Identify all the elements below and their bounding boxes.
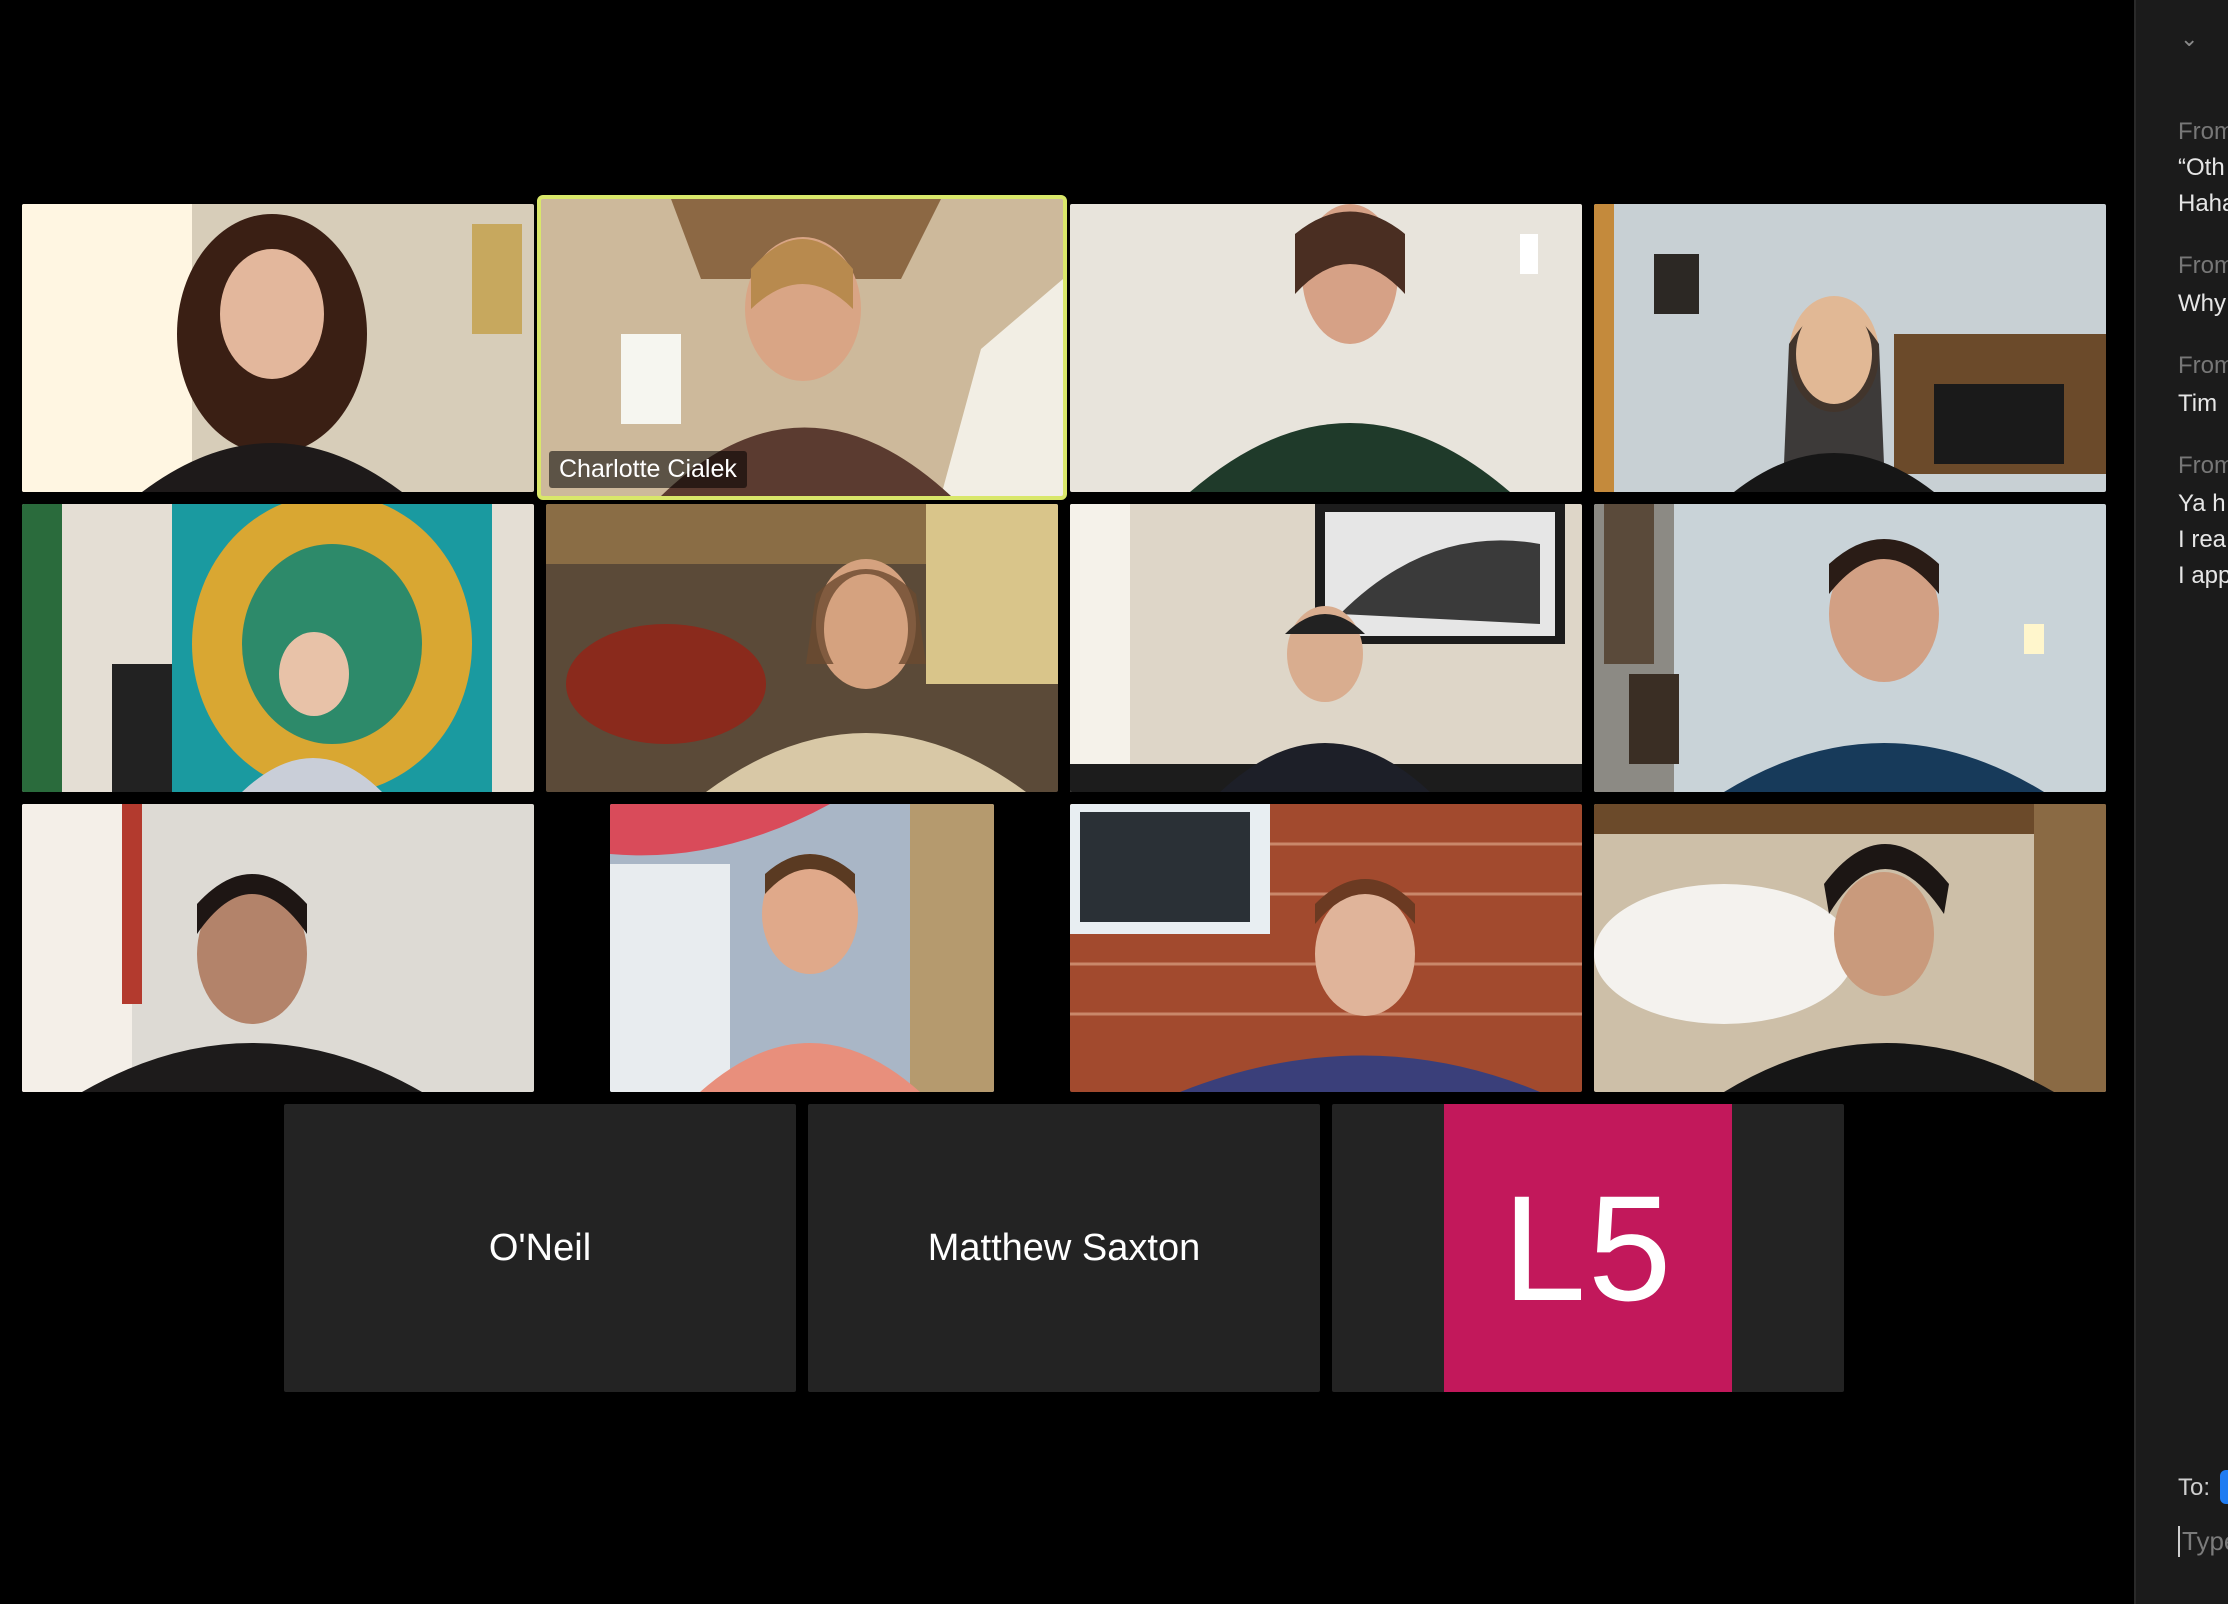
video-gallery: Charlotte Cialek O'Neil Matthew Saxton L… bbox=[0, 0, 2134, 1604]
avatar-initials: L5 bbox=[1502, 1163, 1674, 1332]
chevron-down-icon[interactable]: ⌄ bbox=[2180, 26, 2198, 52]
video-tile[interactable] bbox=[546, 504, 1058, 792]
chat-sender: From bbox=[2178, 118, 2228, 145]
participant-name: Charlotte Cialek bbox=[549, 451, 747, 488]
chat-message-line: I app bbox=[2178, 562, 2228, 589]
video-tile[interactable] bbox=[1070, 204, 1582, 492]
chat-recipient-dropdown[interactable] bbox=[2220, 1470, 2228, 1504]
participant-video bbox=[1594, 804, 2106, 1092]
participant-video bbox=[1070, 204, 1582, 492]
chat-message-line: “Oth bbox=[2178, 154, 2225, 181]
participant-video bbox=[1594, 204, 2106, 492]
chat-input[interactable]: Type bbox=[2178, 1526, 2228, 1557]
video-tile[interactable] bbox=[1070, 804, 1582, 1092]
video-tile[interactable] bbox=[610, 804, 994, 1092]
participant-video bbox=[1070, 504, 1582, 792]
participant-video bbox=[22, 804, 534, 1092]
participant-name: O'Neil bbox=[488, 1226, 592, 1269]
participant-tile[interactable]: Matthew Saxton bbox=[808, 1104, 1320, 1392]
chat-message-line: Tim bbox=[2178, 390, 2218, 417]
participant-video bbox=[610, 804, 994, 1092]
video-tile[interactable] bbox=[1594, 504, 2106, 792]
video-tile[interactable] bbox=[22, 204, 534, 492]
chat-message-line: I rea bbox=[2178, 526, 2227, 553]
video-tile[interactable] bbox=[1594, 804, 2106, 1092]
video-tile[interactable] bbox=[1594, 204, 2106, 492]
chat-sender: From bbox=[2178, 452, 2228, 479]
participant-video bbox=[1070, 804, 1582, 1092]
chat-to-label: To: bbox=[2178, 1474, 2211, 1501]
video-tile[interactable] bbox=[1070, 504, 1582, 792]
video-tile-active-speaker[interactable]: Charlotte Cialek bbox=[537, 195, 1067, 500]
participant-video bbox=[22, 204, 534, 492]
participant-tile[interactable]: L5 bbox=[1332, 1104, 1844, 1392]
participant-name: Matthew Saxton bbox=[927, 1226, 1201, 1269]
panel-divider bbox=[2134, 0, 2136, 1604]
video-tile[interactable] bbox=[22, 504, 534, 792]
chat-sender: From bbox=[2178, 352, 2228, 379]
participant-tile[interactable]: O'Neil bbox=[284, 1104, 796, 1392]
chat-sender: From bbox=[2178, 252, 2228, 279]
chat-message-line: Haha bbox=[2178, 190, 2228, 217]
participant-video bbox=[1594, 504, 2106, 792]
video-tile[interactable] bbox=[22, 804, 534, 1092]
chat-panel: ⌄ From “Oth Haha From Why From Tim From … bbox=[2134, 0, 2228, 1604]
avatar: L5 bbox=[1444, 1104, 1732, 1392]
participant-video bbox=[22, 504, 534, 792]
participant-video bbox=[546, 504, 1058, 792]
chat-message-line: Ya h bbox=[2178, 490, 2226, 517]
chat-message-line: Why bbox=[2178, 290, 2226, 317]
